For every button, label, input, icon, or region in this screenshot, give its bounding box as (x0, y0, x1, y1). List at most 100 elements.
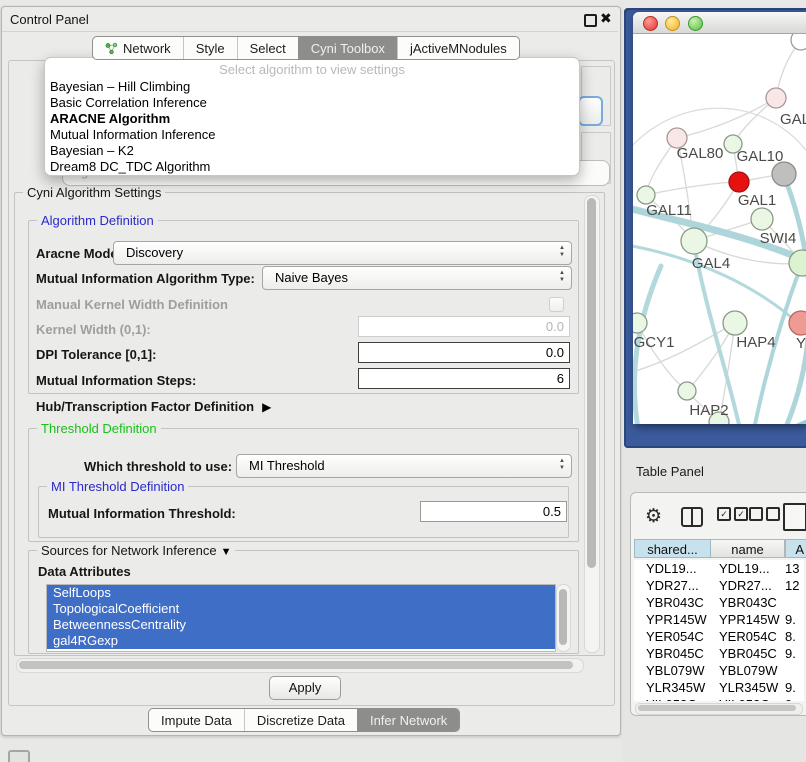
algorithm-option[interactable]: Bayesian – K2 (45, 143, 579, 159)
table-cell: YBR043C (634, 594, 711, 611)
table-row[interactable]: YDL19...YDL19...13 (634, 560, 804, 577)
tab-label: Infer Network (370, 713, 447, 728)
aracne-mode-select[interactable]: Discovery ▲▼ (113, 241, 572, 265)
table-cell (781, 594, 804, 611)
table-row[interactable]: YBR043CYBR043C (634, 594, 804, 611)
attributes-scrollbar[interactable] (556, 584, 571, 652)
attribute-item[interactable]: BetweennessCentrality (47, 617, 555, 633)
table-cell: YDR27... (711, 577, 781, 594)
network-icon (105, 42, 118, 55)
mi-threshold-field[interactable] (420, 501, 567, 522)
panel-title: Control Panel (10, 12, 89, 27)
tab-discretize-data[interactable]: Discretize Data (244, 709, 357, 731)
network-node[interactable] (723, 311, 747, 335)
select-all-icon[interactable]: ✓✓ (717, 507, 748, 521)
table-cell: YLR345W (634, 679, 711, 696)
table-cell: YER054C (634, 628, 711, 645)
tab-jactivemnodules[interactable]: jActiveMNodules (397, 37, 519, 59)
table-cell: 12 (781, 577, 804, 594)
dpi-tolerance-field[interactable] (358, 342, 570, 363)
manual-kernel-label: Manual Kernel Width Definition (36, 297, 228, 312)
which-threshold-label: Which threshold to use: (84, 459, 232, 474)
zoom-traffic-light-icon[interactable] (688, 16, 703, 31)
tab-select[interactable]: Select (237, 37, 298, 59)
tab-style[interactable]: Style (183, 37, 237, 59)
manual-kernel-checkbox[interactable] (549, 297, 564, 312)
network-edge (783, 176, 806, 424)
table-cell: 9. (781, 645, 804, 662)
attribute-item[interactable]: TopologicalCoefficient (47, 601, 555, 617)
algorithm-option[interactable]: Bayesian – Hill Climbing (45, 79, 579, 95)
tab-network[interactable]: Network (93, 37, 183, 59)
table-cell: YBL079W (634, 662, 711, 679)
kernel-width-label: Kernel Width (0,1): (36, 322, 151, 337)
network-view-window[interactable]: GALGAL80GAL10GAL1SWI4GAL11GAL4GCY1HAP4YH… (633, 12, 806, 424)
stepper-icon: ▲▼ (559, 245, 565, 259)
algorithm-combo-fragment[interactable] (578, 96, 603, 126)
table-cell: YDL19... (711, 560, 781, 577)
tab-cyni-toolbox[interactable]: Cyni Toolbox (298, 37, 397, 59)
split-columns-icon[interactable] (681, 507, 703, 527)
table-horizontal-scrollbar[interactable] (635, 703, 803, 715)
which-threshold-select[interactable]: MI Threshold ▲▼ (236, 454, 572, 478)
panel-corner-widget[interactable] (8, 750, 30, 762)
network-node[interactable] (791, 34, 806, 50)
gear-icon[interactable]: ⚙ (645, 507, 662, 527)
close-icon[interactable]: ✖ (600, 10, 612, 26)
group-title: Cyni Algorithm Settings (23, 185, 165, 200)
table-row[interactable]: YDR27...YDR27...12 (634, 577, 804, 594)
titlebar-divider (2, 31, 618, 32)
algorithm-option[interactable]: Mutual Information Inference (45, 127, 579, 143)
network-node[interactable] (789, 311, 806, 335)
minimize-traffic-light-icon[interactable] (665, 16, 680, 31)
group-title: MI Threshold Definition (47, 479, 188, 494)
hub-definition-toggle[interactable]: Hub/Transcription Factor Definition▶ (36, 399, 271, 414)
float-window-icon[interactable] (584, 14, 597, 27)
network-node[interactable] (751, 208, 773, 230)
kernel-width-field[interactable] (358, 316, 570, 337)
stepper-icon: ▲▼ (559, 270, 565, 284)
network-window-titlebar[interactable] (633, 12, 806, 34)
table-row[interactable]: YER054CYER054C8. (634, 628, 804, 645)
table-header: shared...nameA (634, 539, 806, 560)
settings-horizontal-scrollbar[interactable] (16, 658, 584, 673)
attribute-item[interactable]: SelfLoops (47, 585, 555, 601)
network-node[interactable] (772, 162, 796, 186)
network-edge (646, 182, 739, 195)
network-node[interactable] (681, 228, 707, 254)
network-node[interactable] (633, 313, 647, 333)
dropdown-item-list: Bayesian – Hill ClimbingBasic Correlatio… (45, 79, 579, 175)
tab-infer-network[interactable]: Infer Network (357, 709, 459, 731)
new-table-icon[interactable] (783, 503, 806, 531)
mi-steps-field[interactable] (358, 368, 570, 389)
table-row[interactable]: YIL052CYIL052C9 (634, 696, 804, 701)
table-row[interactable]: YLR345WYLR345W9. (634, 679, 804, 696)
algorithm-option[interactable]: Basic Correlation Inference (45, 95, 579, 111)
node-label: GAL10 (737, 148, 784, 165)
deselect-all-icon[interactable] (749, 507, 780, 521)
algorithm-option[interactable]: Dream8 DC_TDC Algorithm (45, 159, 579, 175)
network-node[interactable] (766, 88, 786, 108)
mi-type-select[interactable]: Naive Bayes ▲▼ (262, 266, 572, 290)
network-node[interactable] (729, 172, 749, 192)
table-row[interactable]: YPR145WYPR145W9. (634, 611, 804, 628)
table-row[interactable]: YBL079WYBL079W (634, 662, 804, 679)
column-header[interactable]: A (785, 539, 806, 558)
attribute-item[interactable]: gal4RGexp (47, 633, 555, 649)
tab-impute-data[interactable]: Impute Data (149, 709, 244, 731)
settings-vertical-scrollbar[interactable] (584, 195, 600, 653)
network-node[interactable] (678, 382, 696, 400)
table-cell: 9 (781, 696, 804, 701)
apply-button[interactable]: Apply (269, 676, 341, 700)
table-row[interactable]: YBR045CYBR045C9. (634, 645, 804, 662)
table-cell: YDR27... (634, 577, 711, 594)
table-cell: YER054C (711, 628, 781, 645)
network-canvas[interactable]: GALGAL80GAL10GAL1SWI4GAL11GAL4GCY1HAP4YH… (633, 34, 806, 424)
close-traffic-light-icon[interactable] (643, 16, 658, 31)
algorithm-option[interactable]: ARACNE Algorithm (45, 111, 579, 127)
column-header[interactable]: shared... (634, 539, 711, 558)
table-cell: YIL052C (711, 696, 781, 701)
column-header[interactable]: name (711, 539, 785, 558)
dpi-tolerance-label: DPI Tolerance [0,1]: (36, 347, 156, 362)
mi-steps-label: Mutual Information Steps: (36, 373, 196, 388)
